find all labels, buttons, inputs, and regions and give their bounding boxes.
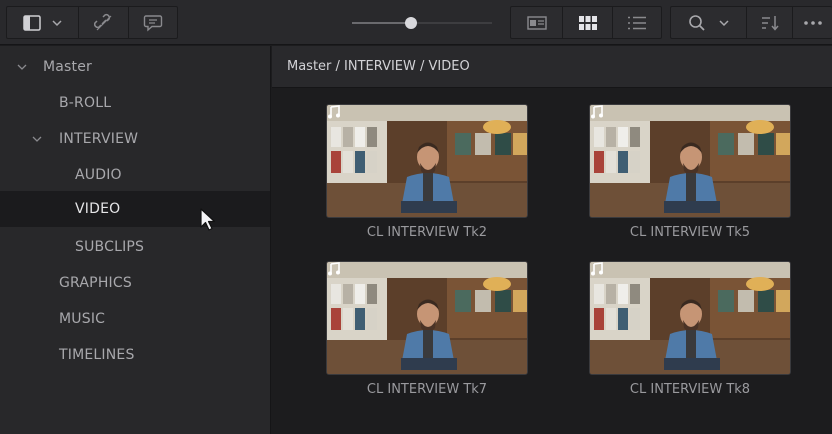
sidebar-item-timelines[interactable]: TIMELINES xyxy=(0,337,270,373)
sidebar-item-interview[interactable]: INTERVIEW xyxy=(0,121,270,157)
breadcrumb-bar: Master / INTERVIEW / VIDEO xyxy=(272,46,832,88)
interview-frame-image xyxy=(590,262,790,374)
music-note-icon xyxy=(328,262,340,276)
clip-name: CL INTERVIEW Tk7 xyxy=(366,382,488,397)
list-view-icon xyxy=(628,16,646,29)
sidebar-item-label: INTERVIEW xyxy=(59,131,139,147)
toolbar xyxy=(0,0,832,45)
metadata-view-button[interactable] xyxy=(511,7,563,38)
music-note-icon xyxy=(591,105,603,119)
sidebar-item-label: Master xyxy=(43,59,93,75)
clip-thumbnail[interactable] xyxy=(589,261,791,375)
sidebar-item-subclips[interactable]: SUBCLIPS xyxy=(0,229,270,265)
sidebar-item-music[interactable]: MUSIC xyxy=(0,301,270,337)
more-options-button[interactable] xyxy=(793,7,832,38)
search-icon xyxy=(688,14,705,31)
thumbnail-zoom-slider[interactable] xyxy=(352,6,492,39)
interview-frame-image xyxy=(327,105,527,217)
sidebar-item-audio[interactable]: AUDIO xyxy=(0,157,270,193)
chevron-down-icon[interactable] xyxy=(32,134,42,144)
metadata-view-icon xyxy=(526,15,547,30)
sidebar-item-b-roll[interactable]: B-ROLL xyxy=(0,85,270,121)
view-mode-group xyxy=(510,6,662,39)
list-view-button[interactable] xyxy=(613,7,661,38)
more-icon xyxy=(804,20,822,25)
clip-thumbnail[interactable] xyxy=(326,261,528,375)
sidebar-item-label: MUSIC xyxy=(59,311,106,327)
sidebar-item-label: SUBCLIPS xyxy=(75,239,145,255)
sidebar-item-video[interactable]: VIDEO xyxy=(0,191,270,227)
sort-icon xyxy=(761,15,779,31)
search-button[interactable] xyxy=(671,7,747,38)
chevron-down-icon xyxy=(51,19,62,26)
text-bubble-icon xyxy=(143,14,163,32)
text-bubble-button[interactable] xyxy=(129,7,177,38)
unlink-button[interactable] xyxy=(79,7,129,38)
slider-fill xyxy=(352,22,411,24)
sidebar-item-label: TIMELINES xyxy=(59,347,135,363)
breadcrumb[interactable]: Master / INTERVIEW / VIDEO xyxy=(287,59,470,74)
toolbar-right-group xyxy=(670,6,832,39)
clip-name: CL INTERVIEW Tk2 xyxy=(366,225,488,240)
thumbnail-view-icon xyxy=(578,15,597,30)
sidebar-item-label: B-ROLL xyxy=(59,95,112,111)
clip-thumbnail[interactable] xyxy=(589,104,791,218)
sort-button[interactable] xyxy=(747,7,793,38)
interview-frame-image xyxy=(327,262,527,374)
chevron-down-icon[interactable] xyxy=(17,62,27,72)
unlink-icon xyxy=(93,13,111,30)
mouse-pointer-icon xyxy=(200,208,216,231)
sidebar-item-label: VIDEO xyxy=(75,201,121,217)
interview-frame-image xyxy=(590,105,790,217)
sidebar-item-label: GRAPHICS xyxy=(59,275,132,291)
sidebar-item-graphics[interactable]: GRAPHICS xyxy=(0,265,270,301)
thumbnail-view-button[interactable] xyxy=(563,7,613,38)
sidebar-item-label: AUDIO xyxy=(75,167,122,183)
chevron-down-icon xyxy=(718,19,729,26)
sidebar-toggle-icon xyxy=(22,14,41,31)
clip-name: CL INTERVIEW Tk8 xyxy=(629,382,751,397)
sidebar-item-master[interactable]: Master xyxy=(0,49,270,85)
media-pool-grid: CL INTERVIEW Tk2 CL INTERVIEW Tk5 CL INT… xyxy=(272,89,832,434)
music-note-icon xyxy=(328,105,340,119)
sidebar-toggle-button[interactable] xyxy=(7,7,79,38)
clip-thumbnail[interactable] xyxy=(326,104,528,218)
clip-name: CL INTERVIEW Tk5 xyxy=(629,225,751,240)
toolbar-left-group xyxy=(6,6,178,39)
slider-knob[interactable] xyxy=(404,17,417,29)
music-note-icon xyxy=(591,262,603,276)
bin-list-sidebar: Master B-ROLL INTERVIEW AUDIO VIDEO SUBC… xyxy=(0,46,271,434)
